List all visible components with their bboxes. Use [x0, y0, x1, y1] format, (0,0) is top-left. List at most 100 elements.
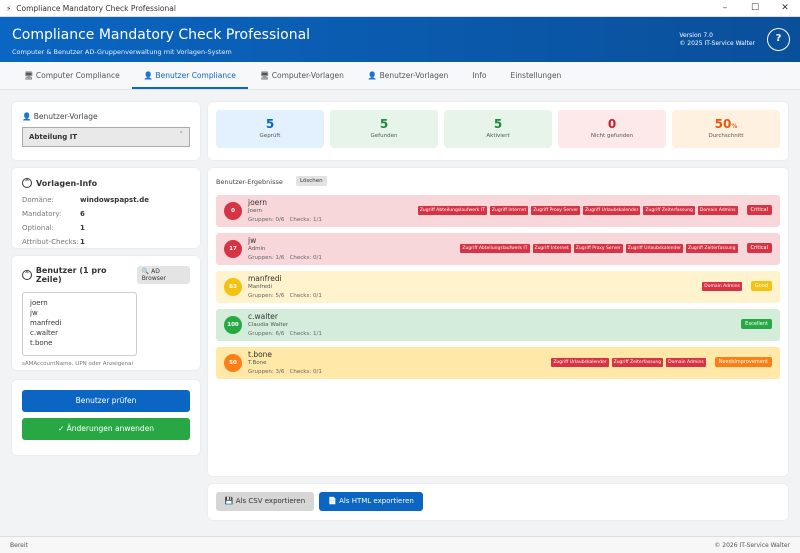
ad-browser-label: AD Browser [141, 268, 167, 282]
missing-group-tag: Zugriff Zeiterfassung [643, 205, 695, 215]
stat-label: Nicht gefunden [590, 133, 634, 139]
checks-count: Checks: 0/1 [289, 293, 322, 299]
template-label: Benutzer-Vorlage [33, 112, 98, 121]
tab-computer-vorlagen[interactable]: 🖥 Computer-Vorlagen [248, 62, 356, 89]
username: manfredi [248, 274, 282, 283]
stat-value: 50 [714, 117, 732, 131]
missing-group-tag: Zugriff Proxy Server [531, 205, 581, 215]
info-key: Domäne: [22, 196, 54, 204]
result-row[interactable]: 0 joern Joern Gruppen: 0/6 Checks: 1/1 Z… [216, 195, 780, 227]
info-key: Attribut-Checks: [22, 238, 79, 246]
result-row[interactable]: 17 jw Admin Gruppen: 1/6 Checks: 0/1 Zug… [216, 233, 780, 265]
user-icon: 👤 [22, 112, 32, 121]
close-button[interactable]: ✕ [770, 3, 800, 13]
tab-label: Info [472, 71, 487, 80]
tab-label: Benutzer-Vorlagen [379, 71, 449, 80]
groups-count: Gruppen: 0/6 [248, 217, 285, 223]
score-badge: 50 [224, 354, 242, 372]
stat-tile: 5 Geprüft [216, 110, 324, 148]
check-users-button[interactable]: Benutzer prüfen [22, 390, 190, 412]
status-badge: NeedsImprovement [714, 357, 772, 367]
tab-info[interactable]: Info [460, 62, 498, 89]
missing-group-tag: Zugriff Urlaubskalender [625, 243, 683, 253]
result-row[interactable]: 50 t.bone T.Bone Gruppen: 3/6 Checks: 0/… [216, 347, 780, 379]
missing-group-tag: Zugriff Proxy Server [573, 243, 623, 253]
apply-changes-button[interactable]: ✓ Änderungen anwenden [22, 418, 190, 440]
missing-group-tag: Domain Admins [666, 357, 706, 367]
app-header: Compliance Mandatory Check Professional … [0, 17, 800, 62]
info-title: Vorlagen-Info [36, 178, 98, 188]
users-textarea[interactable]: joern jw manfredi c.walter t.bone [22, 292, 137, 356]
app-icon: ⚡ [6, 3, 12, 13]
status-bar: Bereit © 2026 IT-Service Walter [0, 536, 800, 553]
stat-label: Durchschnitt [708, 133, 744, 139]
template-info-card: ^ Vorlagen-Info Domäne: windowspapst.de Man… [12, 168, 200, 248]
results-title: Benutzer-Ergebnisse [216, 178, 283, 186]
status-badge: Good [750, 281, 772, 291]
save-icon: 💾 [224, 497, 234, 505]
score-badge: 83 [224, 278, 242, 296]
tab-benutzer-vorlagen[interactable]: 👤 Benutzer-Vorlagen [356, 62, 460, 89]
status-text: Bereit [10, 541, 28, 549]
tab-einstellungen[interactable]: Einstellungen [498, 62, 573, 89]
result-row[interactable]: 83 manfredi Manfredi Gruppen: 5/6 Checks… [216, 271, 780, 303]
checks-count: Checks: 1/1 [289, 331, 322, 337]
app-title: Compliance Mandatory Check Professional [12, 27, 311, 43]
collapse-icon[interactable]: ^ [22, 178, 32, 188]
export-csv-label: Als CSV exportieren [235, 497, 306, 505]
info-value: 1 [80, 238, 85, 246]
computer-icon: 🖥 [259, 71, 272, 80]
checks-count: Checks: 1/1 [289, 217, 322, 223]
template-card: 👤 Benutzer-Vorlage Abteilung IT [12, 102, 200, 160]
display-name: T.Bone [248, 360, 267, 366]
tab-bar: 🖥 Computer Compliance 👤 Benutzer Complian… [0, 62, 800, 90]
status-badge: Excellent [741, 319, 772, 329]
score-badge: 0 [224, 202, 242, 220]
stat-value: 0 [607, 117, 617, 131]
display-name: Joern [248, 208, 263, 214]
user-icon: 👤 [367, 71, 380, 80]
missing-group-tag: Zugriff Urlaubskalender [583, 205, 641, 215]
tab-computer-compliance[interactable]: 🖥 Computer Compliance [12, 62, 132, 89]
missing-group-tag: Zugriff Zeiterfassung [611, 357, 664, 367]
version: Version 7.0 [679, 32, 713, 39]
tab-label: Computer-Vorlagen [271, 71, 344, 80]
template-select[interactable]: Abteilung IT [22, 127, 190, 147]
groups-count: Gruppen: 6/6 [248, 331, 285, 337]
stat-tile: 5 Gefunden [330, 110, 438, 148]
stat-unit: % [731, 123, 738, 130]
info-value: 1 [80, 224, 85, 232]
maximize-button[interactable]: ☐ [740, 3, 770, 13]
stat-label: Geprüft [259, 133, 281, 139]
tab-benutzer-compliance[interactable]: 👤 Benutzer Compliance [131, 62, 248, 89]
users-card: ^ Benutzer (1 pro Zeile) 🔍 AD Browser joe… [12, 256, 200, 370]
info-key: Mandatory: [22, 210, 62, 218]
missing-group-tag: Zugriff Urlaubskalender [551, 357, 609, 367]
export-html-button[interactable]: 📄 Als HTML exportieren [319, 492, 423, 511]
help-button[interactable]: ? [767, 28, 790, 51]
username: t.bone [248, 350, 273, 359]
stat-value: 5 [379, 117, 389, 131]
status-badge: Critical [746, 243, 772, 253]
ad-browser-button[interactable]: 🔍 AD Browser [136, 266, 191, 284]
display-name: Admin [248, 246, 266, 252]
result-row[interactable]: 100 c.walter Claudia Walter Gruppen: 6/6… [216, 309, 780, 341]
checks-count: Checks: 0/1 [289, 255, 322, 261]
tab-label: Benutzer Compliance [155, 71, 236, 80]
app-subtitle: Computer & Benutzer AD-Gruppenverwaltung… [12, 48, 232, 56]
username: c.walter [248, 312, 278, 321]
missing-group-tag: Domain Admins [697, 205, 738, 215]
collapse-icon[interactable]: ^ [22, 270, 32, 280]
actions-card: Benutzer prüfen ✓ Änderungen anwenden [12, 380, 200, 455]
copyright: © 2025 IT-Service Walter [679, 40, 755, 47]
export-csv-button[interactable]: 💾 Als CSV exportieren [216, 492, 314, 511]
username: jw [248, 236, 257, 245]
groups-count: Gruppen: 5/6 [248, 293, 285, 299]
status-badge: Critical [746, 205, 772, 215]
tab-label: Einstellungen [510, 71, 562, 80]
minimize-button[interactable]: – [710, 3, 740, 13]
clear-button[interactable]: Löschen [296, 176, 327, 186]
stat-tile: 0 Nicht gefunden [558, 110, 666, 148]
users-hint: sAMAccountName, UPN oder Anzeigenai [22, 361, 134, 367]
title-bar: ⚡ Compliance Mandatory Check Professiona… [0, 0, 800, 17]
